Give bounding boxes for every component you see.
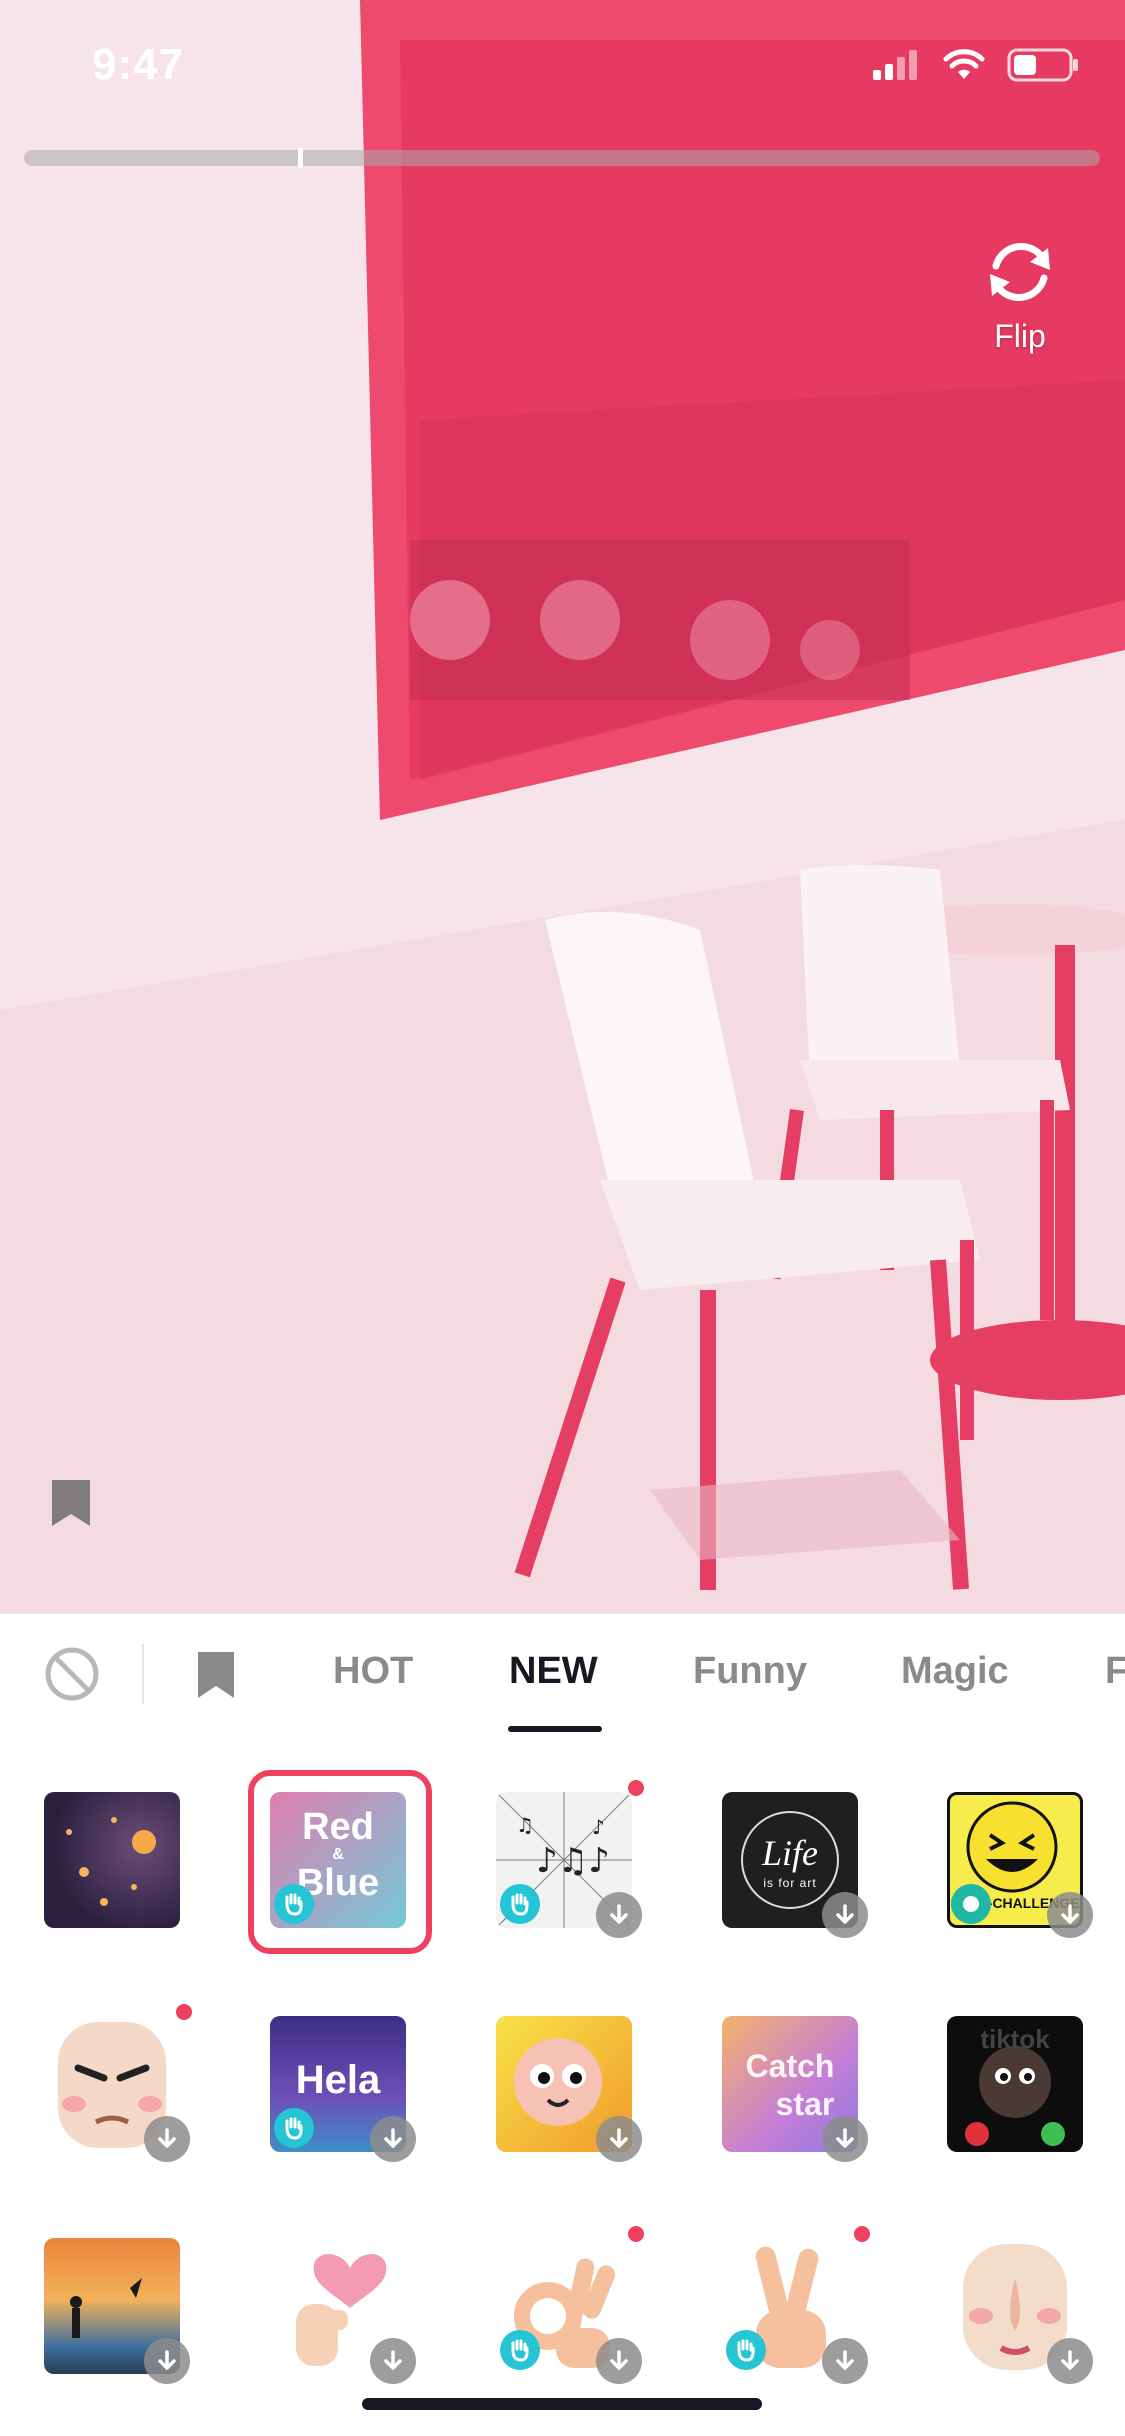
effect-call-face[interactable]: tiktok [947,2016,1083,2152]
effect-cartoon-face[interactable] [496,2016,642,2162]
hand-icon [511,2339,529,2362]
new-indicator-dot [854,2226,870,2242]
hand-gesture-badge [274,2108,314,2148]
effect-hela[interactable]: Hela [270,2016,416,2162]
download-badge [144,2116,190,2162]
hand-gesture-badge [726,2330,766,2370]
effect-peace-hand[interactable] [722,2226,870,2384]
effect-catch-star[interactable]: Catch star [722,2016,868,2162]
status-icons [873,48,1079,82]
effect-text: tiktok [980,2024,1050,2054]
tab-hot[interactable]: HOT [333,1650,413,1693]
download-badge [596,2116,642,2162]
download-icon [1061,2350,1079,2370]
tab-funny[interactable]: Funny [693,1650,807,1693]
hand-gesture-badge [500,1884,540,1924]
download-badge [1047,1892,1093,1938]
hand-icon [285,2117,303,2140]
status-time: 9:47 [92,40,185,89]
effect-text: Hela [295,2058,381,2102]
active-tab-indicator [508,1726,602,1732]
tab-new[interactable]: NEW [509,1650,598,1693]
download-icon [384,2350,402,2370]
favorite-effect-button[interactable] [50,1478,92,1533]
download-badge [144,2338,190,2384]
download-icon [610,1904,628,1924]
effect-finger-heart[interactable] [270,2238,416,2384]
lanterns-icon [66,1817,156,1906]
flip-camera-icon [990,242,1050,302]
effect-nose-face[interactable] [947,2238,1093,2384]
download-icon [1061,1904,1079,1924]
effect-angry-face[interactable] [44,2004,192,2162]
download-badge [1047,2338,1093,2384]
effect-text-top: Catch [745,2048,835,2084]
hand-icon [511,1893,529,1916]
hand-icon [285,1893,303,1916]
ban-icon [45,1647,99,1701]
download-icon [836,1904,854,1924]
svg-text:♪♫♪: ♪♫♪ [536,1841,610,1881]
camera-preview[interactable]: 9:47 Flip [0,0,1125,1614]
download-icon [158,2350,176,2370]
effect-thumbnail [44,1792,180,1928]
face-icon [963,1896,979,1912]
download-icon [158,2128,176,2148]
download-icon [836,2128,854,2148]
wifi-icon [943,49,985,79]
tab-divider [142,1644,144,1704]
hand-gesture-badge [500,2330,540,2370]
effect-life[interactable]: Life is for art [722,1792,868,1938]
effect-music-notes[interactable]: ♪♫♪ ♫ ♪ [496,1780,644,1938]
effect-face-challenge[interactable]: FACE-CHALLENGE [947,1792,1093,1938]
download-badge [370,2116,416,2162]
effect-text-top: Red [302,1806,374,1848]
cellular-signal-icon [873,50,917,80]
download-badge [596,2338,642,2384]
hand-icon [737,2339,755,2362]
camera-scene [0,0,1125,1614]
download-icon [610,2128,628,2148]
new-indicator-dot [176,2004,192,2020]
battery-icon [1007,48,1078,82]
remove-effect-button[interactable] [44,1646,100,1707]
tab-favorites[interactable] [196,1650,236,1705]
svg-text:♪: ♪ [592,1815,605,1839]
download-badge [822,2116,868,2162]
download-badge [370,2338,416,2384]
bookmark-icon [52,1480,90,1526]
svg-text:♫: ♫ [516,1813,534,1837]
progress-marker [298,148,303,168]
effects-panel: HOT NEW Funny Magic F Red & Blue ♪♫♪ ♫ ♪… [0,1614,1125,2436]
effect-thumbnail: tiktok [947,2016,1083,2152]
hand-gesture-badge [274,1884,314,1924]
effect-lanterns[interactable] [44,1792,180,1928]
download-icon [384,2128,402,2148]
effect-ok-hand[interactable] [496,2226,644,2384]
tab-more[interactable]: F [1105,1650,1125,1693]
recording-progress-bar [24,148,1100,168]
effect-text-bottom: is for art [763,1876,817,1890]
flip-label: Flip [994,318,1046,354]
home-indicator[interactable] [362,2398,762,2410]
download-icon [610,2350,628,2370]
download-icon [836,2350,854,2370]
new-indicator-dot [628,1780,644,1796]
effect-category-tabs: HOT NEW Funny Magic F [0,1614,1125,1734]
download-badge [822,2338,868,2384]
effect-sunset-silhouette[interactable] [44,2238,190,2384]
tab-magic[interactable]: Magic [901,1650,1009,1693]
effect-text-top: Life [761,1833,818,1873]
download-badge [822,1892,868,1938]
face-badge [951,1884,991,1924]
download-badge [596,1892,642,1938]
bookmark-icon [198,1652,234,1698]
effect-red-blue[interactable]: Red & Blue [248,1770,432,1954]
flip-button[interactable]: Flip [970,230,1070,355]
new-indicator-dot [628,2226,644,2242]
